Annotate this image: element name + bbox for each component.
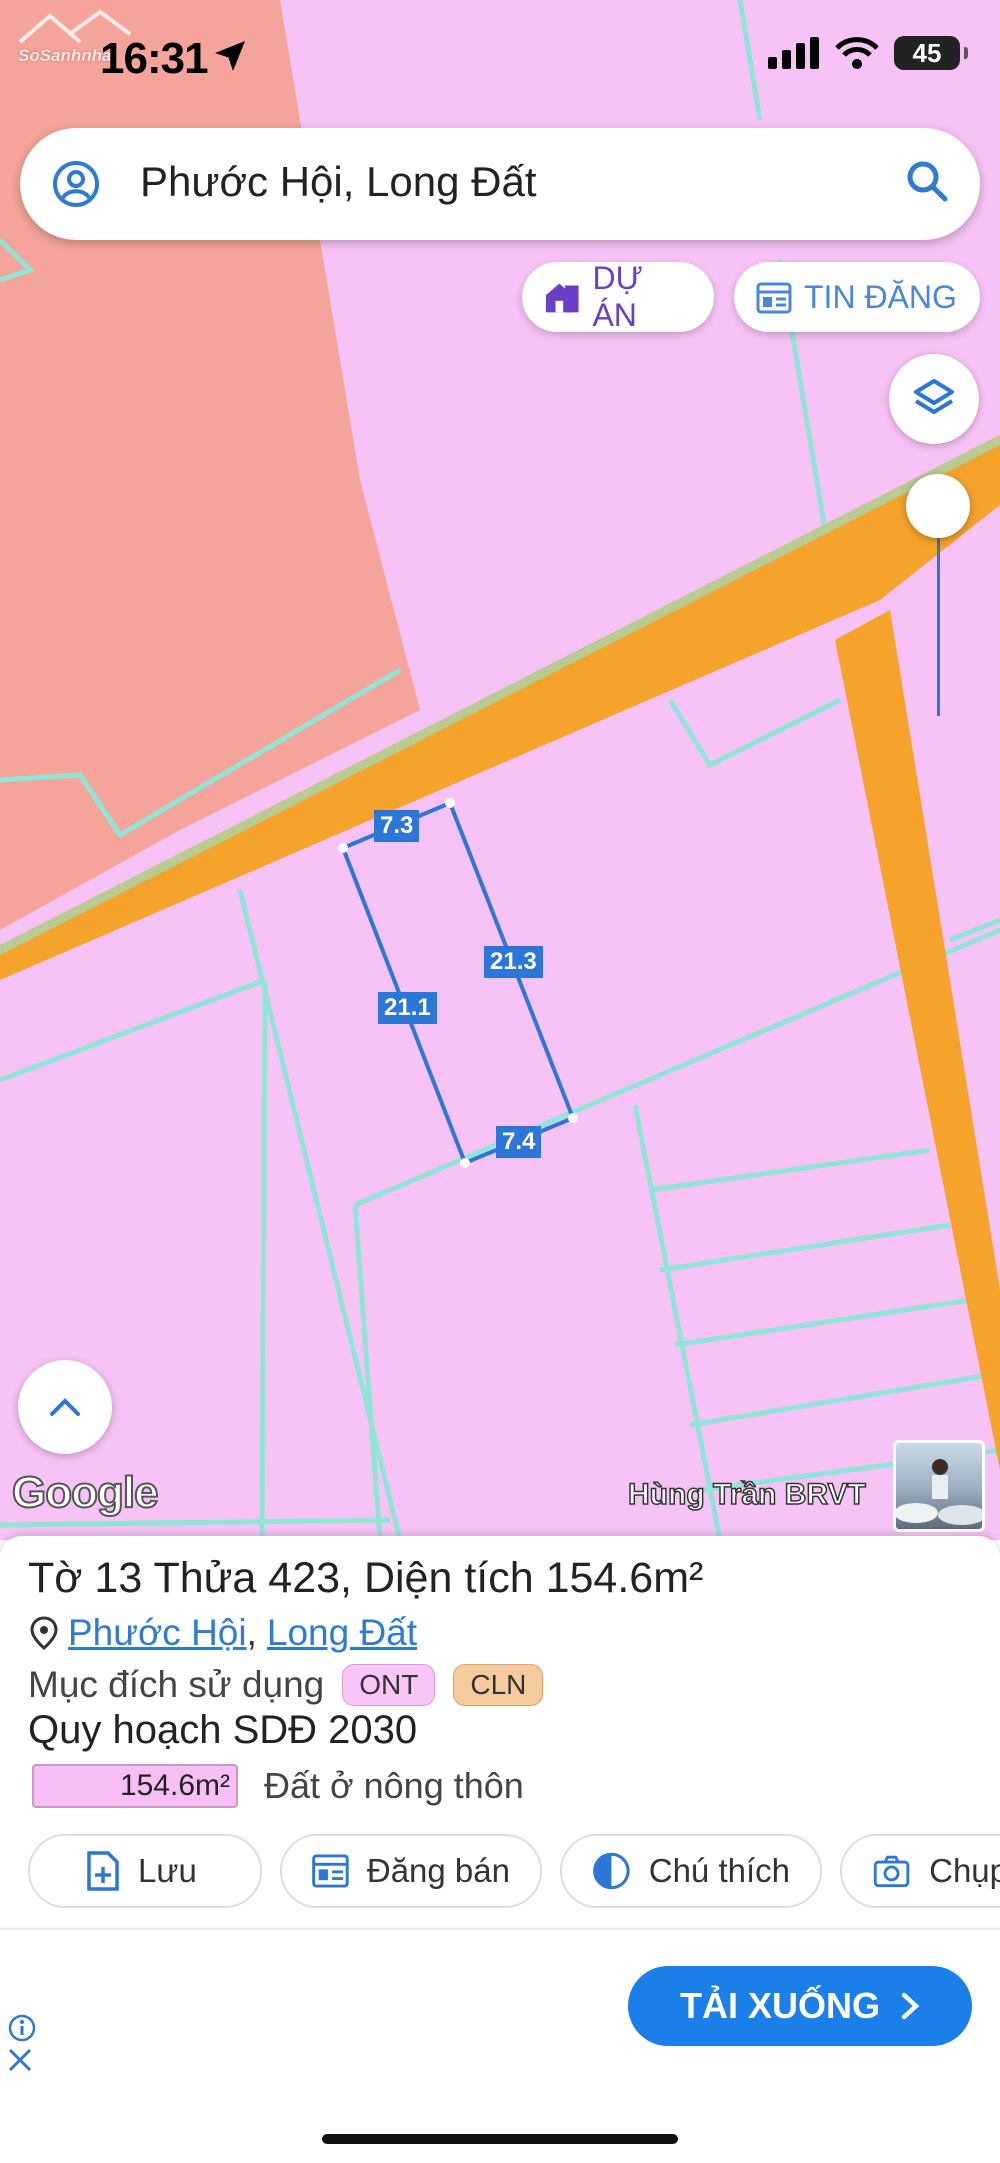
legend-label: Chú thích [648, 1852, 790, 1889]
plan-area-row: 154.6m² Đất ở nông thôn [32, 1764, 524, 1808]
ward-link[interactable]: Phước Hội [68, 1612, 247, 1654]
map-pin-icon [30, 1616, 58, 1650]
add-document-icon [87, 1851, 119, 1891]
author-label: Hùng Trần BRVT [627, 1477, 866, 1512]
post-sale-label: Đăng bán [366, 1852, 510, 1889]
opacity-slider-track[interactable] [937, 510, 940, 716]
opacity-slider-handle[interactable] [906, 474, 970, 538]
home-indicator[interactable] [322, 2134, 678, 2144]
area-value: 154.6m² [545, 1554, 704, 1602]
profile-icon[interactable] [52, 160, 100, 208]
area-label: Diện tích [363, 1554, 534, 1602]
info-icon[interactable] [8, 2014, 36, 2042]
sheet-label: Tờ [28, 1554, 83, 1602]
projects-filter-button[interactable]: DỰ ÁN [522, 260, 714, 333]
land-use-row: Mục đích sử dụng ONT CLN [28, 1664, 544, 1706]
listing-form-icon [312, 1854, 349, 1888]
half-circle-icon [593, 1852, 630, 1890]
download-label: TẢI XUỐNG [679, 1985, 880, 2026]
search-bar[interactable]: Phước Hội, Long Đất [20, 128, 980, 240]
plot-number: 423 [268, 1554, 341, 1602]
parcel-info-panel: Tờ 13 Thửa 423, Diện tích 154.6m² Phước … [0, 1536, 1000, 1926]
edge-label-bottom: 7.4 [496, 1126, 542, 1158]
status-bar: SoSanhnha 16:31 45 [0, 0, 1000, 120]
title-comma: , [340, 1554, 352, 1602]
download-button[interactable]: TẢI XUỐNG [628, 1966, 972, 2046]
plan-area-chip: 154.6m² [32, 1764, 238, 1808]
capture-label: Chụp [929, 1852, 1000, 1889]
action-buttons: Lưu Đăng bán Chú thích Chụp [28, 1834, 1000, 1908]
land-use-tag-ont: ONT [342, 1664, 436, 1706]
capture-button[interactable]: Chụp [840, 1834, 1000, 1908]
close-icon[interactable] [6, 2046, 34, 2074]
listing-icon [756, 282, 792, 314]
person-photo [896, 1459, 982, 1525]
plan-area-description: Đất ở nông thôn [264, 1765, 524, 1806]
plan-title: Quy hoạch SDĐ 2030 [28, 1708, 418, 1752]
projects-filter-label: DỰ ÁN [592, 260, 643, 333]
save-button[interactable]: Lưu [28, 1834, 262, 1908]
search-input[interactable]: Phước Hội, Long Đất [140, 158, 537, 206]
save-label: Lưu [138, 1852, 197, 1889]
edge-label-left: 21.1 [378, 992, 437, 1024]
land-use-tag-cln: CLN [453, 1664, 544, 1706]
layers-button[interactable] [889, 354, 979, 444]
layers-icon [914, 379, 954, 414]
listings-filter-label: TIN ĐĂNG [804, 278, 957, 315]
camera-icon [873, 1855, 910, 1888]
building-icon [545, 283, 579, 313]
edge-label-right: 21.3 [484, 946, 543, 978]
district-link[interactable]: Long Đất [267, 1612, 417, 1654]
chevron-right-icon [901, 1992, 920, 2020]
watermark-text: SoSanhnha [18, 46, 112, 65]
author-avatar[interactable] [893, 1440, 985, 1532]
chevron-up-icon [50, 1398, 80, 1416]
wifi-icon [835, 37, 879, 69]
listings-filter-button[interactable]: TIN ĐĂNG [734, 262, 980, 332]
legend-button[interactable]: Chú thích [560, 1834, 822, 1908]
location-arrow-icon [215, 41, 245, 71]
parcel-title: Tờ 13 Thửa 423, Diện tích 154.6m² [28, 1554, 703, 1603]
expand-panel-button[interactable] [18, 1360, 112, 1454]
post-sale-button[interactable]: Đăng bán [280, 1834, 542, 1908]
ad-banner[interactable]: TẢI XUỐNG [0, 1928, 1000, 2082]
plot-label: Thửa [153, 1554, 257, 1602]
search-icon[interactable] [904, 158, 950, 204]
address-separator: , [246, 1612, 257, 1653]
status-time: 16:31 [100, 34, 209, 83]
address-row: Phước Hội, Long Đất [30, 1612, 417, 1654]
signal-icon [768, 37, 819, 69]
sheet-number: 13 [94, 1554, 143, 1602]
battery-indicator: 45 [894, 36, 968, 70]
status-indicators: 45 [768, 36, 968, 70]
google-attribution: Google [11, 1467, 160, 1518]
edge-label-top: 7.3 [374, 810, 420, 842]
land-use-label: Mục đích sử dụng [28, 1664, 325, 1705]
